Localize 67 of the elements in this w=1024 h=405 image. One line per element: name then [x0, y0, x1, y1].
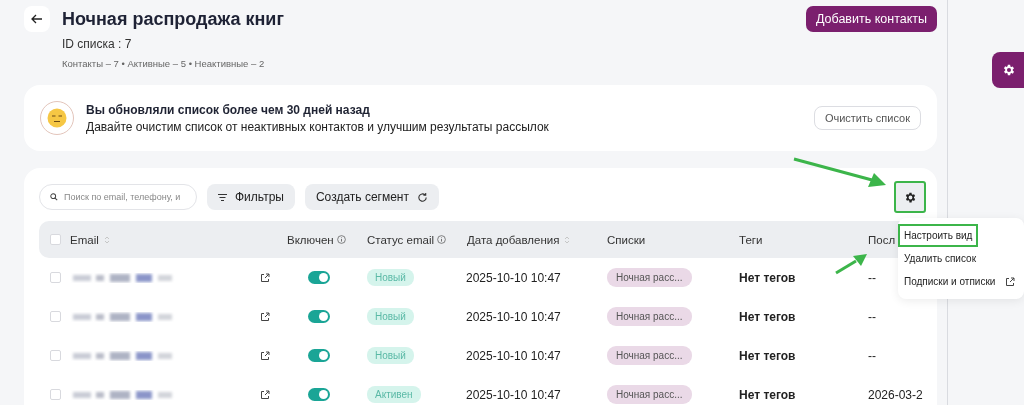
row-checkbox[interactable] [50, 389, 61, 400]
date-added: 2025-10-10 10:47 [466, 270, 561, 285]
status-badge: Новый [367, 308, 414, 325]
clear-list-button[interactable]: Очистить список [813, 106, 921, 130]
status-badge: Новый [367, 269, 414, 286]
external-link-icon [260, 311, 270, 322]
menu-item[interactable]: Подписки и отписки [898, 270, 1022, 293]
enabled-toggle[interactable] [307, 271, 330, 284]
list-tag: Ночная расс... [607, 346, 692, 365]
notice-title: Вы обновляли список более чем 30 дней назад [86, 102, 371, 117]
enabled-toggle[interactable] [307, 349, 330, 362]
date-added: 2025-10-10 10:47 [466, 309, 561, 324]
external-link-icon [260, 350, 270, 361]
back-button[interactable] [24, 6, 50, 32]
last-activity: -- [868, 348, 876, 363]
add-contacts-button[interactable]: Добавить контакты [805, 6, 937, 32]
last-activity: -- [868, 270, 876, 285]
refresh-icon [417, 191, 428, 203]
select-all-checkbox[interactable] [50, 234, 61, 245]
annotation-arrow [834, 251, 868, 275]
column-header: Посл [868, 233, 896, 246]
side-settings-button[interactable] [992, 52, 1024, 88]
info-icon [336, 235, 346, 244]
date-added: 2025-10-10 10:47 [466, 348, 561, 363]
create-segment-button[interactable]: Создать сегмент [304, 184, 439, 210]
list-tag: Ночная расс... [607, 385, 692, 404]
menu-item[interactable]: Настроить вид [898, 224, 979, 247]
list-tag: Ночная расс... [607, 307, 692, 326]
tags-text: Нет тегов [739, 387, 796, 402]
column-header: Теги [739, 233, 763, 246]
last-activity: -- [868, 309, 876, 324]
search-icon [50, 193, 58, 201]
external-link-icon [260, 272, 270, 283]
filter-icon [218, 193, 227, 201]
date-added: 2025-10-10 10:47 [466, 387, 561, 402]
list-tag: Ночная расс... [607, 268, 692, 287]
menu-item[interactable]: Удалить список [898, 247, 982, 270]
tags-text: Нет тегов [739, 348, 796, 363]
external-link-icon [260, 389, 270, 400]
settings-icon [903, 190, 917, 204]
row-checkbox[interactable] [50, 311, 61, 322]
settings-icon [1002, 63, 1016, 77]
enabled-toggle[interactable] [307, 310, 330, 323]
column-header: Списки [607, 233, 646, 246]
column-header: Статус email [367, 233, 435, 246]
info-icon [437, 235, 447, 244]
settings-button[interactable] [894, 181, 926, 213]
neutral-face-icon [47, 108, 67, 128]
column-header: Email [70, 233, 99, 246]
enabled-toggle[interactable] [307, 388, 330, 401]
page-title: Ночная распродажа книг [62, 9, 285, 30]
last-activity: 2026-03-2 [868, 387, 923, 402]
filters-button[interactable]: Фильтры [207, 184, 295, 210]
tags-text: Нет тегов [739, 309, 796, 324]
search-field[interactable]: Поиск по email, телефону, и [39, 184, 197, 210]
column-header: Дата добавления [467, 233, 560, 246]
tags-text: Нет тегов [739, 270, 796, 285]
row-checkbox[interactable] [50, 350, 61, 361]
contact-stats: Контакты – 7 • Активные – 5 • Неактивные – 2 [62, 58, 266, 69]
status-badge: Активен [367, 386, 421, 403]
list-id: ID списка : 7 [62, 37, 133, 51]
back-arrow-icon [31, 14, 43, 24]
row-checkbox[interactable] [50, 272, 61, 283]
external-link-icon [1005, 276, 1016, 287]
status-badge: Новый [367, 347, 414, 364]
column-header: Включен [287, 233, 334, 246]
notice-text: Давайте очистим список от неактивных контактов и улучшим результаты рассылок [86, 119, 550, 134]
